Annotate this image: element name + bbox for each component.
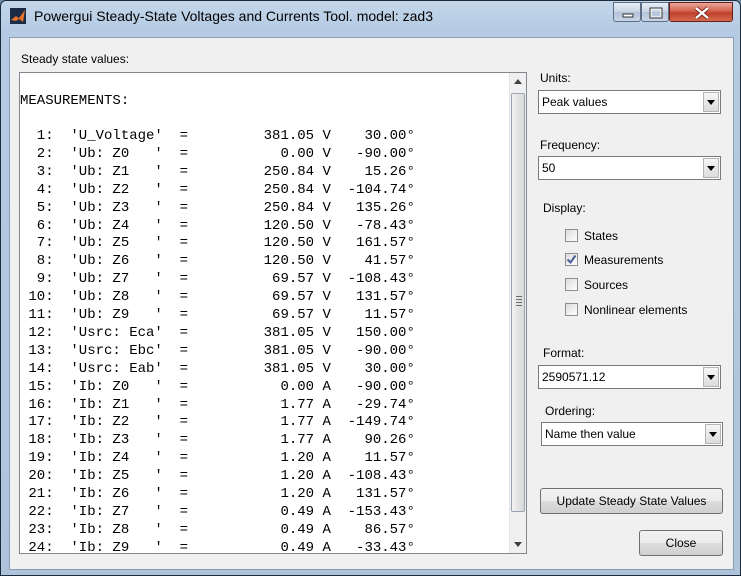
measurement-row: 11: 'Ub: Z9 ' = 69.57 V 11.57° — [20, 307, 415, 323]
scroll-down-arrow-icon — [514, 542, 522, 547]
measurement-row: 13: 'Usrc: Ebc' = 381.05 V -90.00° — [20, 342, 415, 359]
grip-line — [516, 296, 522, 297]
ordering-value: Name then value — [545, 427, 636, 441]
window-title: Powergui Steady-State Voltages and Curre… — [34, 8, 433, 24]
grip-line — [516, 302, 522, 303]
format-value: 2590571.12 — [542, 370, 606, 384]
scroll-down-button[interactable] — [510, 536, 526, 553]
states-checkbox[interactable] — [565, 229, 578, 242]
measurement-row: 1: 'U_Voltage' = 381.05 V 30.00° — [20, 128, 415, 144]
sources-checkbox[interactable] — [565, 278, 578, 291]
ordering-dropdown-button[interactable] — [705, 424, 721, 444]
format-dropdown-button[interactable] — [703, 367, 719, 387]
grip-line — [516, 305, 522, 306]
client-area: Steady state values: MEASUREMENTS: 1: 'U… — [9, 37, 734, 570]
measurements-label[interactable]: Measurements — [584, 253, 663, 267]
measurements-header: MEASUREMENTS: — [20, 93, 130, 109]
measurement-row: 4: 'Ub: Z2 ' = 250.84 V -104.74° — [20, 181, 415, 198]
measurement-row: 24: 'Ib: Z9 ' = 0.49 A -33.43° — [20, 539, 415, 553]
chevron-down-icon — [707, 100, 715, 105]
states-label[interactable]: States — [584, 229, 618, 243]
nonlinear-elements-label[interactable]: Nonlinear elements — [584, 303, 687, 317]
ordering-dropdown[interactable]: Name then value — [541, 422, 723, 446]
display-label: Display: — [543, 201, 586, 215]
powergui-window: Powergui Steady-State Voltages and Curre… — [0, 0, 741, 576]
units-dropdown-button[interactable] — [703, 92, 719, 112]
chevron-down-icon — [709, 432, 717, 437]
scroll-up-button[interactable] — [510, 73, 526, 90]
units-value: Peak values — [542, 95, 608, 109]
close-button-label: Close — [665, 536, 697, 550]
format-dropdown[interactable]: 2590571.12 — [538, 365, 721, 389]
steady-state-label: Steady state values: — [21, 52, 130, 66]
nonlinear-elements-checkbox[interactable] — [565, 303, 578, 316]
steady-state-values-listbox[interactable]: MEASUREMENTS: 1: 'U_Voltage' = 381.05 V … — [19, 72, 527, 554]
grip-line — [516, 299, 522, 300]
chevron-down-icon — [707, 166, 715, 171]
measurement-row: 5: 'Ub: Z3 ' = 250.84 V 135.26° — [20, 199, 415, 216]
frequency-dropdown[interactable]: 50 — [538, 156, 721, 180]
units-label: Units: — [540, 71, 571, 85]
measurement-row: 14: 'Usrc: Eab' = 381.05 V 30.00° — [20, 360, 415, 377]
format-label: Format: — [543, 346, 585, 360]
chevron-down-icon — [707, 375, 715, 380]
update-button-label: Update Steady State Values — [556, 494, 707, 508]
measurement-row: 16: 'Ib: Z1 ' = 1.77 A -29.74° — [20, 396, 415, 413]
title-bar[interactable]: Powergui Steady-State Voltages and Curre… — [1, 1, 740, 31]
measurement-row: 23: 'Ib: Z8 ' = 0.49 A 86.57° — [20, 521, 415, 538]
frequency-label: Frequency: — [540, 138, 601, 152]
measurements-checkbox[interactable] — [565, 253, 578, 266]
measurement-row: 21: 'Ib: Z6 ' = 1.20 A 131.57° — [20, 486, 415, 502]
minimize-icon — [622, 13, 634, 18]
matlab-logo-icon — [10, 8, 26, 24]
maximize-icon — [649, 7, 663, 19]
measurement-row: 7: 'Ub: Z5 ' = 120.50 V 161.57° — [20, 235, 415, 252]
close-button[interactable]: Close — [639, 530, 723, 556]
close-window-button[interactable] — [669, 2, 733, 22]
scroll-thumb[interactable] — [511, 93, 525, 512]
measurement-row: 22: 'Ib: Z7 ' = 0.49 A -153.43° — [20, 503, 415, 520]
measurement-row: 18: 'Ib: Z3 ' = 1.77 A 90.26° — [20, 432, 415, 449]
measurement-row: 2: 'Ub: Z0 ' = 0.00 V -90.00° — [20, 145, 415, 162]
frequency-dropdown-button[interactable] — [703, 158, 719, 178]
update-steady-state-values-button[interactable]: Update Steady State Values — [540, 488, 723, 514]
measurement-row: 9: 'Ub: Z7 ' = 69.57 V -108.43° — [20, 271, 415, 288]
ordering-label: Ordering: — [545, 404, 596, 418]
sources-label[interactable]: Sources — [584, 278, 628, 292]
measurement-row: 17: 'Ib: Z2 ' = 1.77 A -149.74° — [20, 414, 415, 431]
measurement-row: 15: 'Ib: Z0 ' = 0.00 A -90.00° — [20, 378, 415, 395]
measurement-row: 8: 'Ub: Z6 ' = 120.50 V 41.57° — [20, 253, 415, 270]
measurement-row: 19: 'Ib: Z4 ' = 1.20 A 11.57° — [20, 450, 415, 467]
close-icon — [694, 6, 710, 20]
scroll-up-arrow-icon — [514, 79, 522, 84]
maximize-button[interactable] — [641, 2, 669, 22]
measurement-row: 6: 'Ub: Z4 ' = 120.50 V -78.43° — [20, 217, 415, 234]
measurement-row: 12: 'Usrc: Eca' = 381.05 V 150.00° — [20, 324, 415, 341]
checkmark-icon — [566, 254, 577, 265]
units-dropdown[interactable]: Peak values — [538, 90, 721, 114]
values-list[interactable]: MEASUREMENTS: 1: 'U_Voltage' = 381.05 V … — [20, 73, 510, 553]
measurement-row: 20: 'Ib: Z5 ' = 1.20 A -108.43° — [20, 468, 415, 485]
measurement-row: 10: 'Ub: Z8 ' = 69.57 V 131.57° — [20, 289, 415, 306]
vertical-scrollbar[interactable] — [509, 73, 526, 553]
frequency-value: 50 — [542, 161, 556, 175]
measurement-row: 3: 'Ub: Z1 ' = 250.84 V 15.26° — [20, 163, 415, 180]
minimize-button[interactable] — [613, 2, 641, 22]
